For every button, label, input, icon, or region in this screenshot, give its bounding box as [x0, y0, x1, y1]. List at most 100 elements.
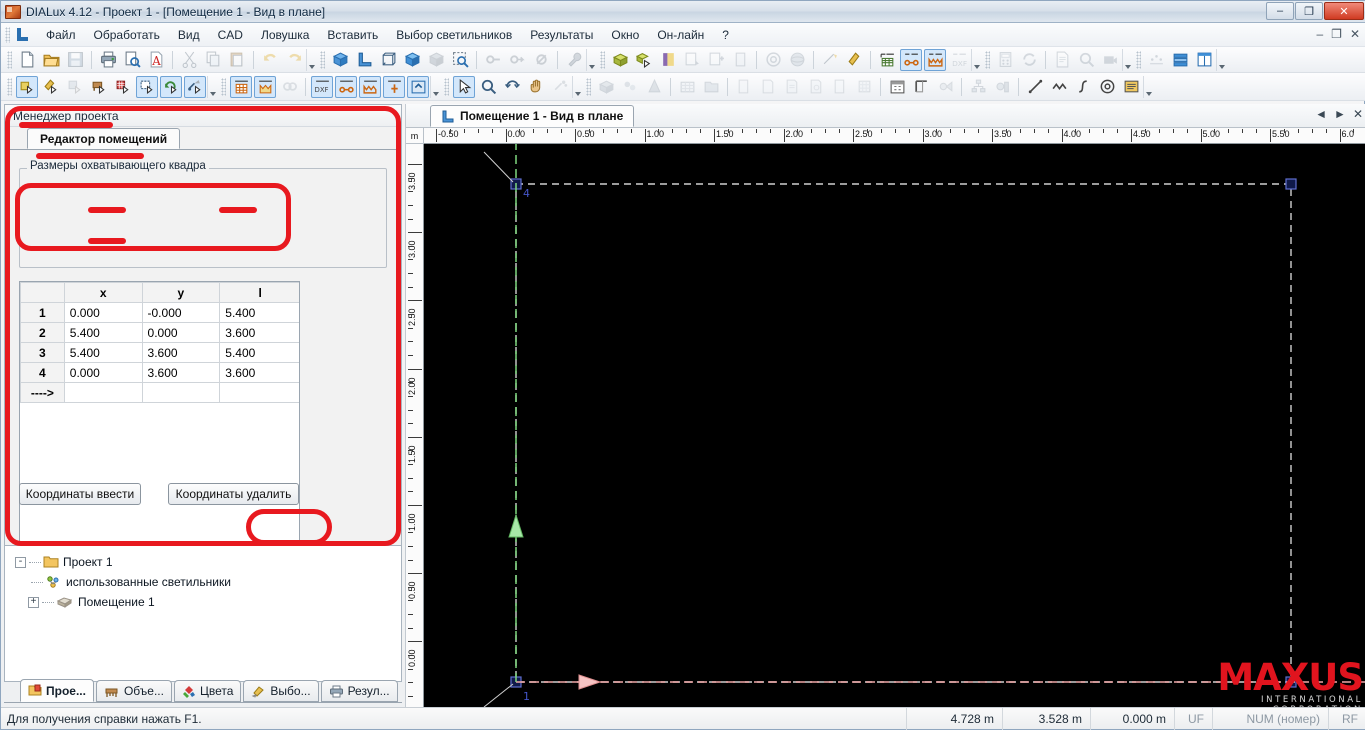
menu-snap[interactable]: Ловушка	[252, 25, 318, 45]
zoom-tool-icon[interactable]	[477, 76, 499, 98]
toolbar-grip[interactable]	[600, 50, 605, 69]
room-dim-length-icon[interactable]	[335, 75, 357, 98]
view-shaded-icon[interactable]	[425, 49, 447, 71]
corner-icon[interactable]	[910, 76, 932, 98]
copy-icon[interactable]	[202, 49, 224, 71]
cell-x[interactable]: 0.000	[63, 362, 143, 383]
text-box-icon[interactable]	[1120, 76, 1142, 98]
sheet-5-icon[interactable]	[829, 76, 851, 98]
add-coordinates-button[interactable]: Координаты ввести	[19, 483, 141, 505]
delete-coordinates-button[interactable]: Координаты удалить	[168, 483, 299, 505]
link-break-icon[interactable]	[530, 49, 552, 71]
table-row[interactable]: 4 0.000 3.600 3.600	[20, 362, 299, 383]
room-link-icon[interactable]	[278, 76, 300, 98]
toolbar-grip[interactable]	[1136, 50, 1141, 69]
toolbar-grip[interactable]	[221, 77, 226, 96]
light-scene-icon[interactable]	[843, 49, 865, 71]
points-icon[interactable]	[1145, 49, 1167, 71]
target-icon[interactable]	[762, 49, 784, 71]
toolbar-grip[interactable]	[985, 50, 990, 69]
toolbar-grip[interactable]	[444, 77, 449, 96]
material-icon[interactable]	[657, 49, 679, 71]
vertical-ruler[interactable]: 3.50 3.00 2.50 2.00 1.50 1.00 0.50 0.00	[406, 144, 424, 707]
table-row[interactable]: 1 0.000 -0.000 5.400	[20, 302, 299, 323]
tab-room-editor[interactable]: Редактор помещений	[27, 128, 181, 149]
menu-online[interactable]: Он-лайн	[648, 25, 713, 45]
tree-item-used-luminaires[interactable]: использованные светильники	[15, 572, 401, 592]
toolbar-overflow-icon[interactable]	[586, 48, 597, 71]
tab-luminaire-selection[interactable]: Выбо...	[243, 680, 319, 702]
polyline-tool-icon[interactable]	[1048, 76, 1070, 98]
print-icon[interactable]	[97, 49, 119, 71]
room-grid-icon[interactable]	[876, 49, 898, 71]
menu-help[interactable]: ?	[713, 25, 738, 45]
export-pdf-icon[interactable]: A	[145, 49, 167, 71]
refresh-icon[interactable]	[1018, 49, 1040, 71]
tab-close-icon[interactable]: ✕	[1353, 107, 1363, 121]
menu-cad[interactable]: CAD	[209, 25, 252, 45]
save-file-icon[interactable]	[64, 49, 86, 71]
mdi-minimize-button[interactable]: –	[1316, 27, 1323, 41]
select-furniture-icon[interactable]	[88, 76, 110, 98]
toolbar-overflow-icon[interactable]	[1216, 48, 1227, 71]
table-columns-icon[interactable]	[1193, 49, 1215, 71]
tab-prev-icon[interactable]: ◄	[1315, 107, 1327, 121]
table-row[interactable]: 2 5.400 0.000 3.600	[20, 322, 299, 343]
folder-gray-icon[interactable]	[700, 76, 722, 98]
horizontal-ruler[interactable]: -0.50 0.00 0.50 1.00 1.50 2.00 2.50 3.00 3.50 4.0…	[424, 128, 1365, 144]
room-create-poly-icon[interactable]	[254, 75, 276, 98]
menu-view[interactable]: Вид	[169, 25, 209, 45]
toolbar-grip[interactable]	[320, 50, 325, 69]
open-file-icon[interactable]	[40, 49, 62, 71]
coordinates-table-wrapper[interactable]: x y l 1 0.000 -0.000 5.400 2 5.400 0.000…	[19, 281, 300, 573]
toolbar-overflow-icon[interactable]	[207, 75, 218, 98]
cell-x[interactable]: 0.000	[63, 302, 143, 323]
calculate-icon[interactable]	[994, 49, 1016, 71]
object-add-icon[interactable]	[705, 49, 727, 71]
toolbar-grip[interactable]	[7, 77, 12, 96]
minimize-button[interactable]: –	[1266, 2, 1294, 20]
pan-tool-icon[interactable]	[525, 76, 547, 98]
object-group-icon[interactable]	[619, 76, 641, 98]
sheet-1-icon[interactable]	[733, 76, 755, 98]
select-luminaire-icon[interactable]	[40, 76, 62, 98]
tab-project[interactable]: Прое...	[20, 679, 94, 702]
cell-y[interactable]: 3.600	[141, 362, 221, 383]
cell-l[interactable]	[219, 382, 299, 403]
cell-y[interactable]: 3.600	[141, 342, 221, 363]
tree-item-room[interactable]: + Помещение 1	[15, 592, 401, 612]
sheet-4-icon[interactable]	[805, 76, 827, 98]
redo-icon[interactable]	[283, 49, 305, 71]
pointer-tool-icon[interactable]	[453, 75, 475, 98]
close-button[interactable]: ✕	[1324, 2, 1364, 20]
menu-process[interactable]: Обработать	[85, 25, 169, 45]
circle-tool-icon[interactable]	[1096, 76, 1118, 98]
undo-icon[interactable]	[259, 49, 281, 71]
import-dxf-icon[interactable]: DXF	[311, 75, 333, 98]
tab-results[interactable]: Резул...	[320, 680, 398, 702]
menu-grip[interactable]	[5, 26, 10, 43]
measure-tool-icon[interactable]	[549, 76, 571, 98]
cell-l[interactable]: 5.400	[219, 302, 299, 323]
film-icon[interactable]	[1099, 49, 1121, 71]
page-icon[interactable]	[729, 49, 751, 71]
room-import-icon[interactable]	[407, 75, 429, 98]
room-select-icon[interactable]	[633, 49, 655, 71]
document-tab-plan-view[interactable]: Помещение 1 - Вид в плане	[430, 105, 635, 127]
room-solid-icon[interactable]	[609, 49, 631, 71]
calendar-icon[interactable]	[886, 76, 908, 98]
rotate-view-icon[interactable]	[501, 76, 523, 98]
table-row-new[interactable]: ---->	[20, 382, 299, 403]
menu-file[interactable]: Файл	[37, 25, 85, 45]
menu-luminaire-selection[interactable]: Выбор светильников	[387, 25, 521, 45]
toolbar-overflow-icon[interactable]	[306, 48, 317, 71]
mdi-close-button[interactable]: ✕	[1350, 27, 1360, 41]
toolbar-overflow-icon[interactable]	[430, 75, 441, 98]
tab-colors[interactable]: Цвета	[173, 680, 242, 702]
menu-window[interactable]: Окно	[602, 25, 648, 45]
view-wireframe-icon[interactable]	[377, 49, 399, 71]
link-icon[interactable]	[482, 49, 504, 71]
toolbar-overflow-icon[interactable]	[1143, 75, 1154, 98]
room-length-icon[interactable]	[900, 48, 922, 71]
select-texture-icon[interactable]	[112, 76, 134, 98]
